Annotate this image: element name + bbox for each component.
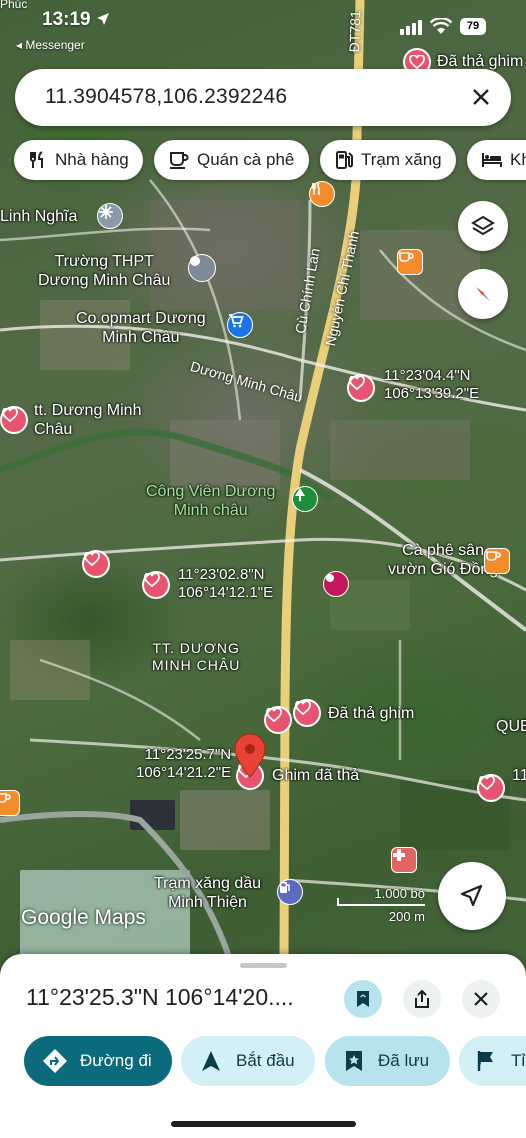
label-tram-xang-dau[interactable]: Trạm xăng dầu Minh Thiện: [154, 874, 261, 912]
shopping-cart-icon[interactable]: [227, 312, 253, 338]
cafe-pin-icon[interactable]: [484, 548, 510, 574]
cafe-pin-icon[interactable]: [0, 790, 20, 816]
saved-heart-icon[interactable]: [347, 374, 375, 402]
close-icon[interactable]: [467, 83, 495, 111]
navigation-start-icon: [202, 1051, 220, 1071]
back-to-messenger[interactable]: ◂ Messenger: [16, 38, 85, 52]
saved-heart-icon[interactable]: [264, 706, 292, 734]
saved-heart-icon[interactable]: [477, 774, 505, 802]
share-icon: [415, 989, 429, 1008]
directions-label: Đường đi: [80, 1051, 152, 1070]
dropped-pin-icon[interactable]: [233, 733, 267, 779]
coord-label-1[interactable]: 11°23'04.4"N 106°13'39.2"E: [384, 367, 479, 403]
bookmark-star-icon: [346, 1051, 362, 1071]
label-tt-duong-minh-chau-area: TT. DƯƠNG MINH CHÂU: [152, 640, 241, 673]
scale-bottom-text: 200 m: [388, 909, 425, 924]
chip-coffee[interactable]: Quán cà phê: [154, 140, 309, 180]
battery-icon: 79: [460, 18, 486, 35]
hospital-pin-icon[interactable]: [391, 847, 417, 873]
scale-top-text: 1.000 bộ: [374, 886, 425, 901]
coffee-icon: [170, 152, 189, 169]
map-scale: 1.000 bộ 200 m: [337, 886, 429, 928]
saved-button[interactable]: Đã lưu: [325, 1036, 450, 1086]
label-da-tha-ghim-mid[interactable]: Đã thả ghim: [328, 704, 414, 723]
coord-label-3[interactable]: 11°23'25.7"N 106°14'21.2"E: [136, 746, 231, 782]
location-arrow-icon: [97, 13, 109, 25]
chip-label: Quán cà phê: [197, 150, 295, 169]
flag-icon: [477, 1051, 493, 1071]
chip-hotels[interactable]: Khách sạn: [467, 140, 526, 180]
start-button[interactable]: Bắt đầu: [181, 1036, 315, 1086]
saved-heart-icon[interactable]: [293, 699, 321, 727]
saved-heart-icon[interactable]: [82, 550, 110, 578]
bookmark-icon: [357, 991, 369, 1007]
navigation-arrow-icon: [460, 884, 483, 907]
restaurant-pin-icon[interactable]: [309, 181, 335, 207]
compass-button[interactable]: [458, 269, 508, 319]
school-pin-icon[interactable]: [188, 254, 216, 282]
google-maps-watermark: Google Maps: [21, 906, 146, 929]
attraction-icon[interactable]: [97, 203, 123, 229]
share-button[interactable]: [403, 980, 441, 1018]
label-action-label: Tỉ: [511, 1051, 526, 1070]
label-coopmart[interactable]: Co.opmart Dương Minh Châu: [76, 309, 206, 347]
close-sheet-button[interactable]: [462, 980, 500, 1018]
saved-label: Đã lưu: [378, 1051, 430, 1070]
shopping-pin-icon[interactable]: [323, 571, 349, 597]
chip-restaurants[interactable]: Nhà hàng: [14, 140, 143, 180]
start-label: Bắt đầu: [236, 1051, 295, 1070]
layers-button[interactable]: [458, 201, 508, 251]
label-tt-duong-minh-chau[interactable]: tt. Dương Minh Châu: [34, 401, 141, 439]
label-ca-phe-san-vuon[interactable]: Cà phê sân vườn Gió Đồng: [388, 541, 498, 579]
cafe-pin-icon[interactable]: [397, 249, 423, 275]
my-location-button[interactable]: [438, 862, 506, 930]
label-linh-nghia[interactable]: Linh Nghĩa: [0, 207, 77, 226]
directions-icon: [43, 1049, 67, 1073]
gas-station-pin-icon[interactable]: [277, 879, 303, 905]
close-icon: [474, 992, 488, 1006]
place-coordinates-title: 11°23'25.3"N 106°14'20....: [26, 984, 294, 1010]
restaurant-icon: [30, 151, 43, 168]
search-bar[interactable]: 11.3904578,106.2392246: [15, 69, 511, 126]
wifi-icon: [430, 18, 452, 34]
compass-icon: [476, 287, 490, 301]
label-truong-thpt[interactable]: Trường THPT Dương Minh Châu: [38, 252, 170, 290]
place-bottom-sheet[interactable]: 11°23'25.3"N 106°14'20.... Đường đi Bắt …: [0, 954, 526, 1138]
category-chips: Nhà hàng Quán cà phê Trạm xăng Khách sạn: [0, 140, 526, 182]
chip-gas-station[interactable]: Trạm xăng: [320, 140, 456, 180]
gas-station-icon: [336, 151, 353, 169]
status-bar: Phúc 13:19 ◂ Messenger 79: [0, 0, 526, 56]
chip-label: Khách sạn: [510, 150, 526, 169]
saved-heart-icon[interactable]: [0, 406, 28, 434]
home-indicator[interactable]: [171, 1121, 356, 1127]
label-cong-vien[interactable]: Công Viên Dương Minh châu: [146, 482, 275, 520]
layers-icon: [471, 215, 495, 236]
saved-heart-icon[interactable]: [142, 571, 170, 599]
label-button[interactable]: Tỉ: [459, 1036, 526, 1086]
label-edge-11[interactable]: 11: [512, 766, 526, 785]
save-bookmark-button[interactable]: [344, 980, 382, 1018]
directions-button[interactable]: Đường đi: [24, 1036, 172, 1086]
cellular-signal-icon: [400, 20, 422, 35]
label-ghim-da-tha[interactable]: Ghim đã thả: [272, 766, 359, 785]
park-tree-icon[interactable]: [292, 486, 318, 512]
status-time: 13:19: [42, 9, 91, 30]
map-edge-label: Phúc: [0, 0, 28, 11]
hotel-icon: [482, 153, 502, 167]
chip-label: Trạm xăng: [361, 150, 442, 169]
label-que[interactable]: QUE: [496, 717, 526, 736]
sheet-drag-handle[interactable]: [240, 963, 287, 968]
chip-label: Nhà hàng: [55, 150, 129, 169]
search-query[interactable]: 11.3904578,106.2392246: [45, 85, 287, 109]
coord-label-2[interactable]: 11°23'02.8"N 106°14'12.1"E: [178, 566, 273, 602]
